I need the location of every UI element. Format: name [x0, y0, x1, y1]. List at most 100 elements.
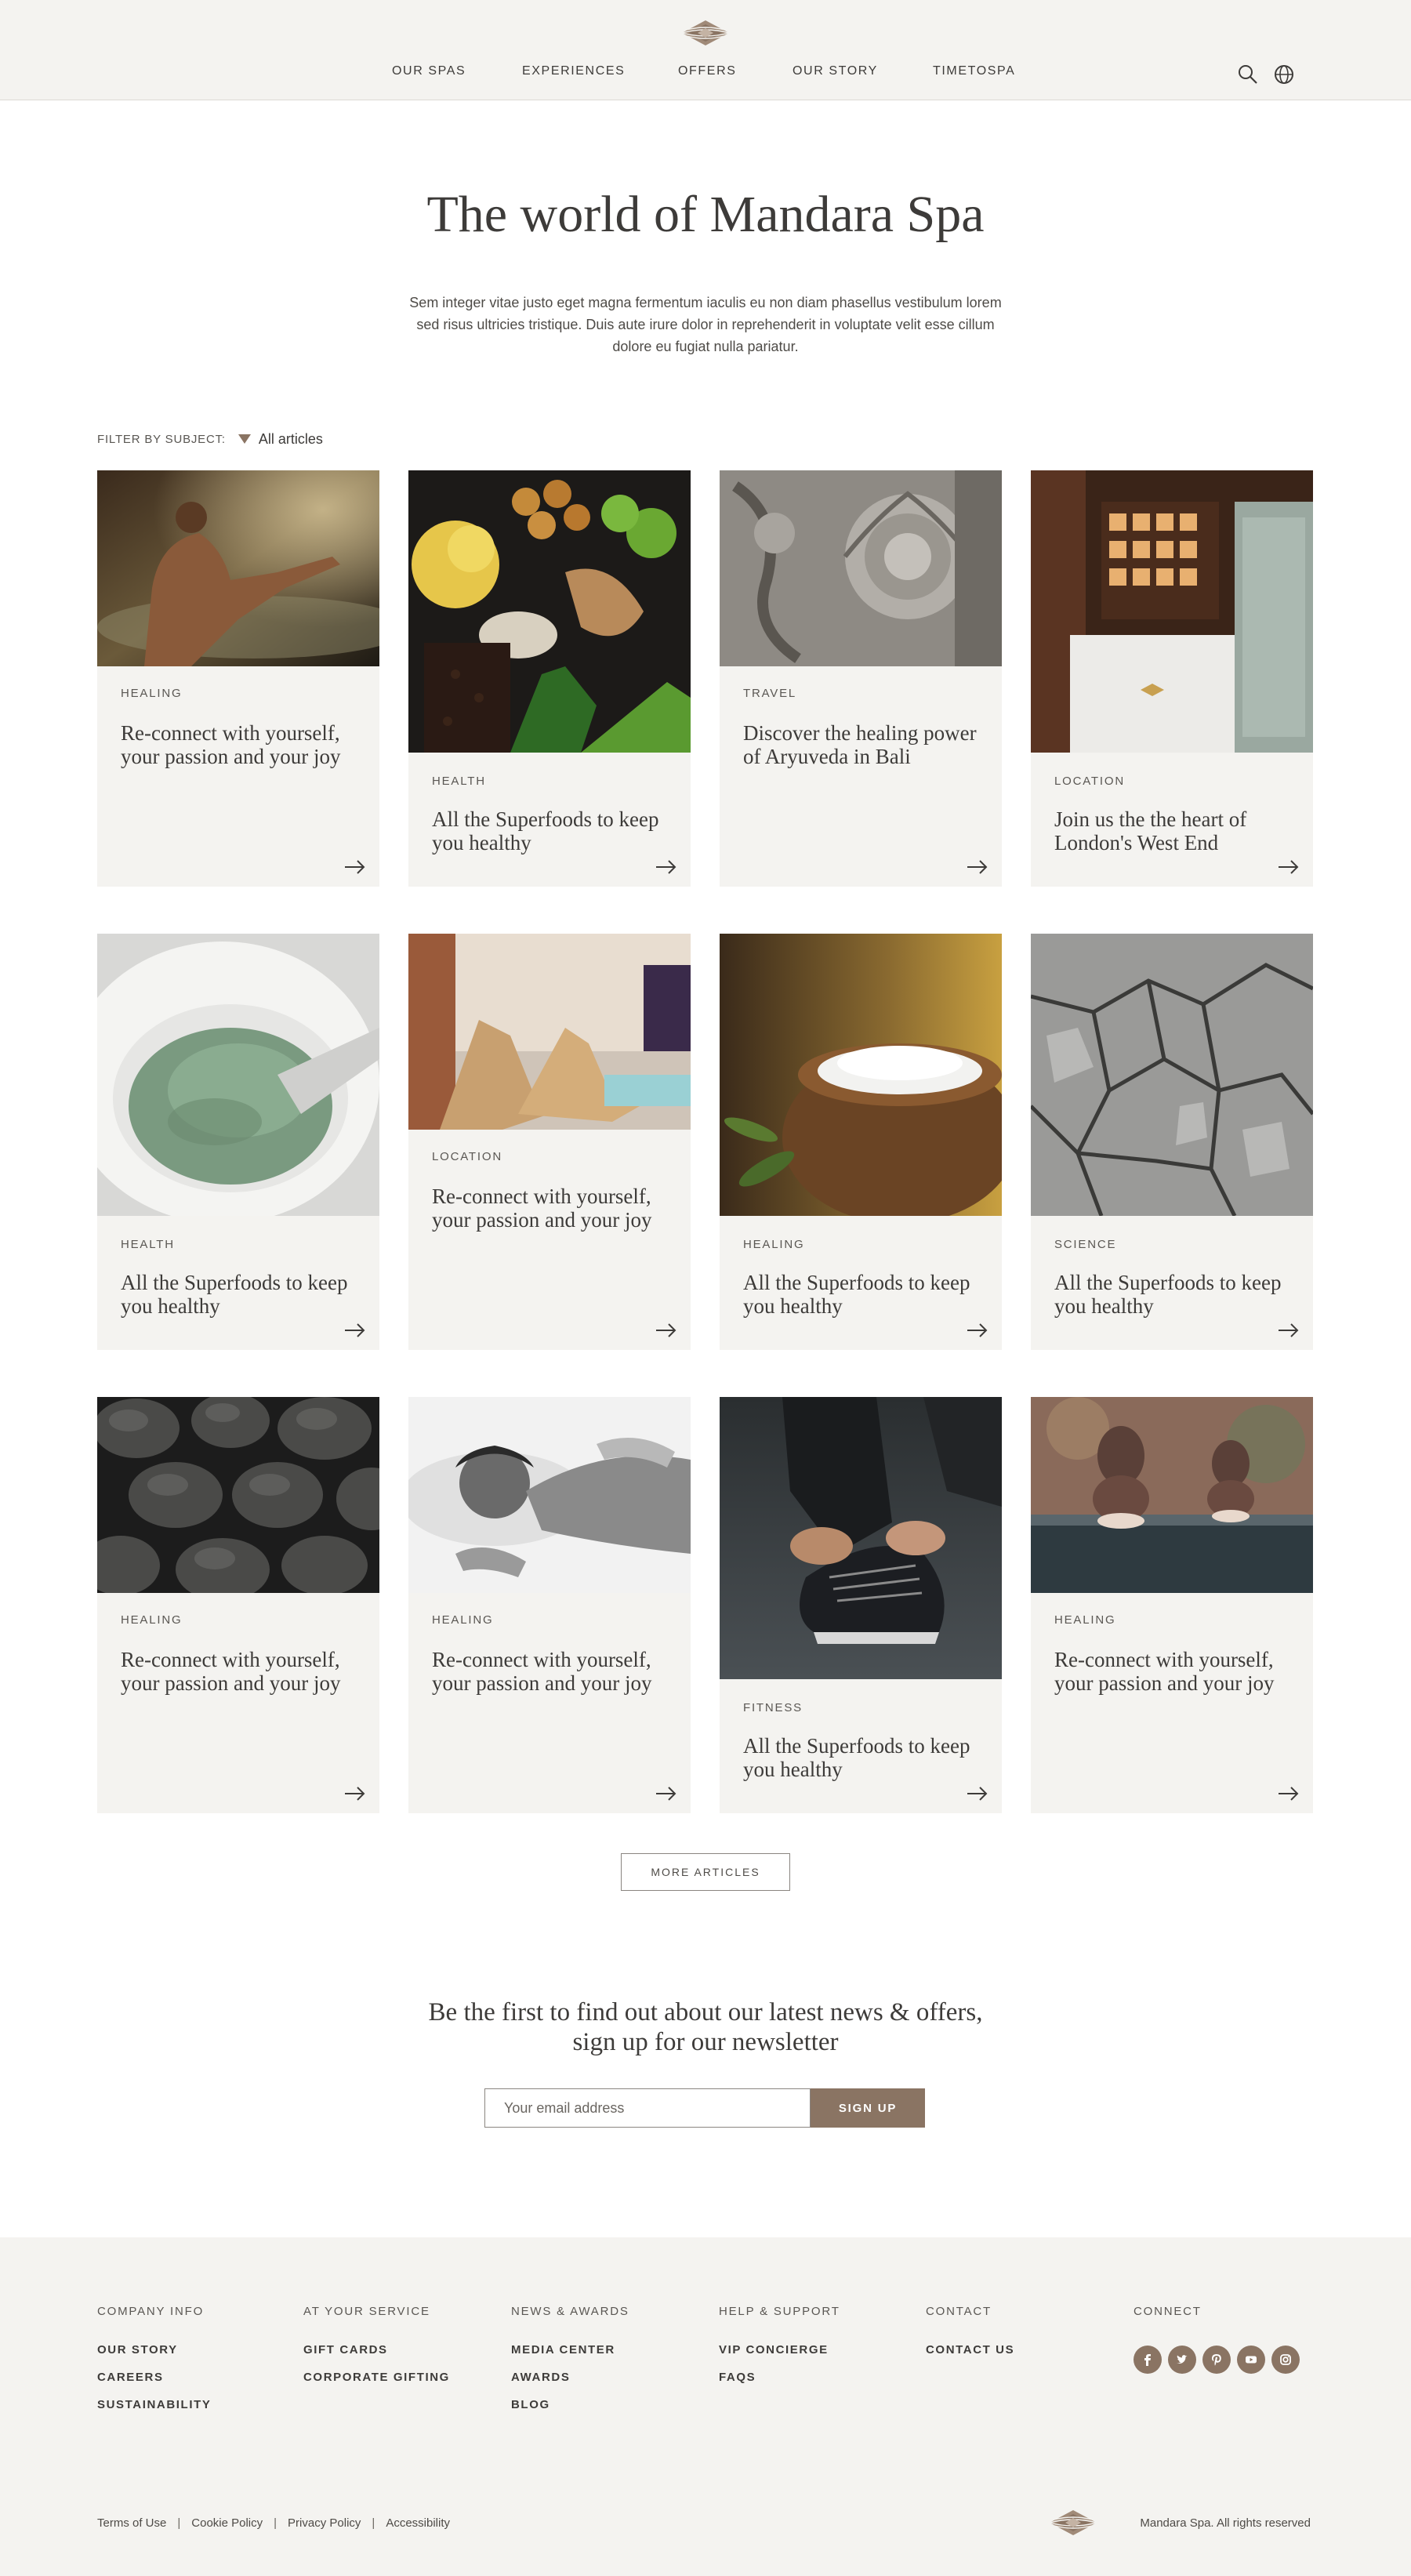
- article-card[interactable]: HEALING Re-connect with yourself, your p…: [97, 470, 379, 887]
- cookie-policy-link[interactable]: Cookie Policy: [191, 2516, 263, 2530]
- youtube-icon[interactable]: [1237, 2346, 1265, 2374]
- article-card[interactable]: HEALING Re-connect with yourself, your p…: [408, 1397, 691, 1813]
- filter-value[interactable]: All articles: [259, 431, 323, 448]
- footer-link-corporate-gifting[interactable]: CORPORATE GIFTING: [303, 2371, 450, 2384]
- footer-link-vip-concierge[interactable]: VIP CONCIERGE: [719, 2343, 840, 2356]
- footer-heading: NEWS & AWARDS: [511, 2305, 629, 2318]
- filter-label: FILTER BY SUBJECT:: [97, 432, 226, 446]
- search-icon[interactable]: [1236, 63, 1260, 86]
- arrow-right-icon[interactable]: [966, 1322, 989, 1339]
- globe-icon[interactable]: [1272, 63, 1296, 86]
- main-nav: OUR SPAS EXPERIENCES OFFERS OUR STORY TI…: [0, 64, 1411, 86]
- article-card[interactable]: HEALING Re-connect with yourself, your p…: [97, 1397, 379, 1813]
- article-image[interactable]: [408, 934, 691, 1130]
- newsletter-heading-line1: Be the first to find out about our lates…: [428, 1998, 983, 2026]
- article-title[interactable]: All the Superfoods to keep you healthy: [432, 807, 667, 854]
- nav-timetospa[interactable]: TIMETOSPA: [933, 64, 1015, 78]
- arrow-right-icon[interactable]: [1277, 858, 1300, 876]
- article-card[interactable]: HEALTH All the Superfoods to keep you he…: [97, 934, 379, 1350]
- article-image[interactable]: [720, 1397, 1002, 1679]
- article-image[interactable]: [1031, 934, 1313, 1216]
- article-title[interactable]: Re-connect with yourself, your passion a…: [1054, 1648, 1289, 1695]
- arrow-right-icon[interactable]: [655, 1322, 678, 1339]
- article-image[interactable]: [97, 470, 379, 666]
- arrow-right-icon[interactable]: [1277, 1322, 1300, 1339]
- article-image[interactable]: [1031, 470, 1313, 753]
- arrow-right-icon[interactable]: [343, 1785, 367, 1802]
- terms-of-use-link[interactable]: Terms of Use: [97, 2516, 166, 2530]
- footer-column-contact: CONTACT CONTACT US: [926, 2305, 1014, 2371]
- arrow-right-icon[interactable]: [655, 1785, 678, 1802]
- article-title[interactable]: Re-connect with yourself, your passion a…: [432, 1185, 667, 1232]
- accessibility-link[interactable]: Accessibility: [386, 2516, 450, 2530]
- arrow-right-icon[interactable]: [966, 858, 989, 876]
- footer-link-careers[interactable]: CAREERS: [97, 2371, 211, 2384]
- footer-link-blog[interactable]: BLOG: [511, 2398, 629, 2411]
- article-title[interactable]: All the Superfoods to keep you healthy: [1054, 1271, 1289, 1318]
- mandara-logo[interactable]: [677, 17, 734, 49]
- article-card[interactable]: HEALING All the Superfoods to keep you h…: [720, 934, 1002, 1350]
- article-card[interactable]: LOCATION Join us the the heart of London…: [1031, 470, 1313, 887]
- email-field[interactable]: [484, 2088, 811, 2128]
- footer-link-contact-us[interactable]: CONTACT US: [926, 2343, 1014, 2356]
- article-title[interactable]: Re-connect with yourself, your passion a…: [121, 1648, 356, 1695]
- separator: |: [177, 2516, 181, 2530]
- article-card[interactable]: LOCATION Re-connect with yourself, your …: [408, 934, 691, 1350]
- article-title[interactable]: Re-connect with yourself, your passion a…: [121, 721, 356, 768]
- article-title[interactable]: Re-connect with yourself, your passion a…: [432, 1648, 667, 1695]
- article-image[interactable]: [720, 470, 1002, 666]
- article-card[interactable]: TRAVEL Discover the healing power of Ary…: [720, 470, 1002, 887]
- article-category: LOCATION: [432, 1150, 502, 1163]
- sign-up-button[interactable]: SIGN UP: [811, 2088, 925, 2128]
- social-links: [1134, 2346, 1300, 2374]
- footer-link-awards[interactable]: AWARDS: [511, 2371, 629, 2384]
- footer-heading: CONTACT: [926, 2305, 992, 2318]
- article-card[interactable]: HEALTH All the Superfoods to keep you he…: [408, 470, 691, 887]
- footer-link-faqs[interactable]: FAQS: [719, 2371, 840, 2384]
- site-footer: COMPANY INFO OUR STORY CAREERS SUSTAINAB…: [0, 2237, 1411, 2576]
- article-image[interactable]: [408, 470, 691, 753]
- article-image[interactable]: [408, 1397, 691, 1593]
- article-title[interactable]: Join us the the heart of London's West E…: [1054, 807, 1289, 854]
- pinterest-icon[interactable]: [1202, 2346, 1231, 2374]
- arrow-right-icon[interactable]: [343, 1322, 367, 1339]
- mandara-logo: [1049, 2510, 1097, 2535]
- article-title[interactable]: Discover the healing power of Aryuveda i…: [743, 721, 978, 768]
- copyright: Mandara Spa. All rights reserved: [1140, 2516, 1311, 2530]
- footer-link-sustainability[interactable]: SUSTAINABILITY: [97, 2398, 211, 2411]
- footer-link-gift-cards[interactable]: GIFT CARDS: [303, 2343, 450, 2356]
- nav-our-spas[interactable]: OUR SPAS: [392, 64, 466, 78]
- nav-offers[interactable]: OFFERS: [678, 64, 737, 78]
- article-category: HEALING: [432, 1613, 494, 1627]
- footer-column-connect: CONNECT: [1134, 2305, 1202, 2343]
- nav-experiences[interactable]: EXPERIENCES: [522, 64, 625, 78]
- footer-link-media-center[interactable]: MEDIA CENTER: [511, 2343, 629, 2356]
- article-card[interactable]: FITNESS All the Superfoods to keep you h…: [720, 1397, 1002, 1813]
- article-card[interactable]: HEALING Re-connect with yourself, your p…: [1031, 1397, 1313, 1813]
- twitter-icon[interactable]: [1168, 2346, 1196, 2374]
- article-category: HEALING: [121, 687, 183, 700]
- footer-column-news-awards: NEWS & AWARDS MEDIA CENTER AWARDS BLOG: [511, 2305, 629, 2425]
- more-articles-button[interactable]: MORE ARTICLES: [621, 1853, 790, 1891]
- arrow-right-icon[interactable]: [1277, 1785, 1300, 1802]
- article-title[interactable]: All the Superfoods to keep you healthy: [743, 1734, 978, 1781]
- article-category: TRAVEL: [743, 687, 797, 700]
- arrow-right-icon[interactable]: [966, 1785, 989, 1802]
- article-image[interactable]: [720, 934, 1002, 1216]
- privacy-policy-link[interactable]: Privacy Policy: [288, 2516, 361, 2530]
- arrow-right-icon[interactable]: [343, 858, 367, 876]
- article-image[interactable]: [97, 1397, 379, 1593]
- article-card[interactable]: SCIENCE All the Superfoods to keep you h…: [1031, 934, 1313, 1350]
- subject-filter[interactable]: FILTER BY SUBJECT: All articles: [97, 430, 323, 448]
- arrow-right-icon[interactable]: [655, 858, 678, 876]
- article-image[interactable]: [97, 934, 379, 1216]
- facebook-icon[interactable]: [1134, 2346, 1162, 2374]
- footer-link-our-story[interactable]: OUR STORY: [97, 2343, 211, 2356]
- caret-down-icon[interactable]: [238, 434, 251, 444]
- separator: |: [274, 2516, 277, 2530]
- nav-our-story[interactable]: OUR STORY: [793, 64, 878, 78]
- article-image[interactable]: [1031, 1397, 1313, 1593]
- article-title[interactable]: All the Superfoods to keep you healthy: [743, 1271, 978, 1318]
- article-title[interactable]: All the Superfoods to keep you healthy: [121, 1271, 356, 1318]
- instagram-icon[interactable]: [1271, 2346, 1300, 2374]
